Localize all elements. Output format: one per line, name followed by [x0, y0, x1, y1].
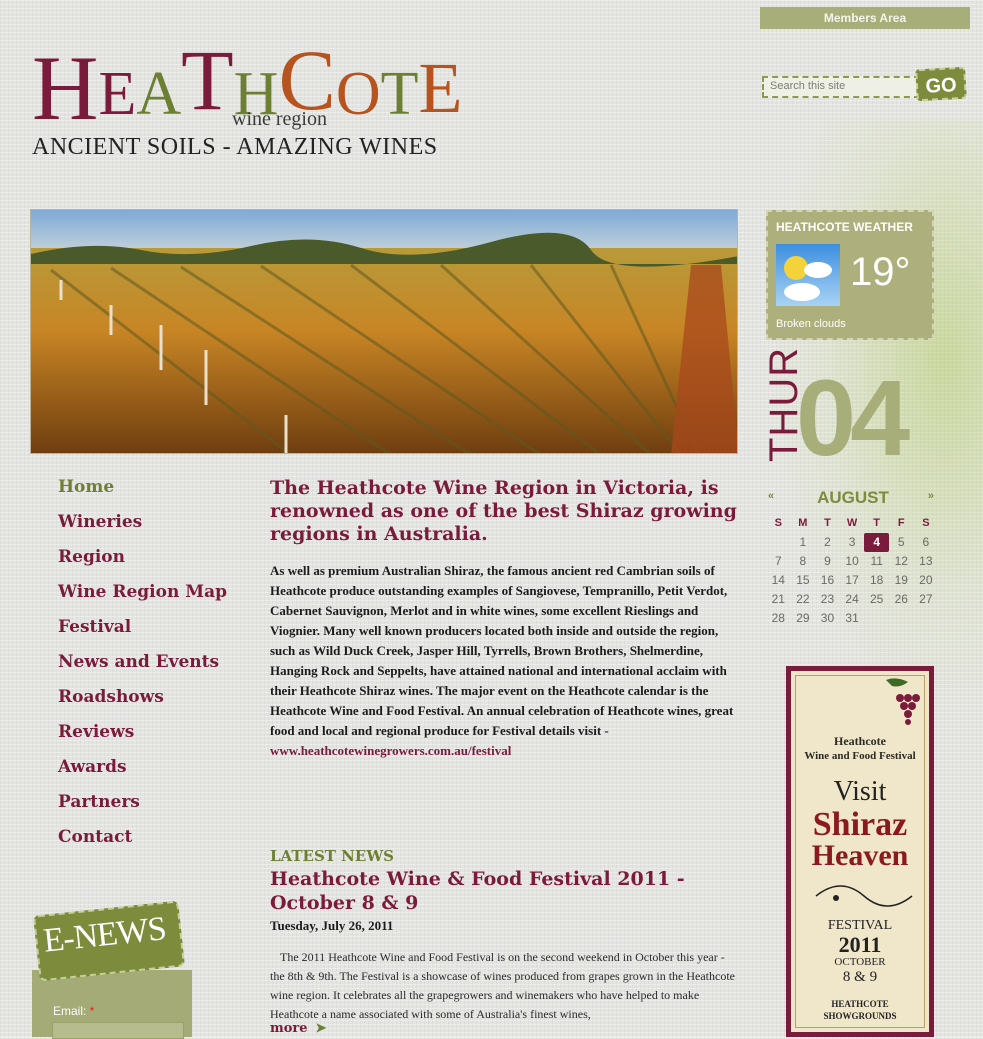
- weather-widget: HEATHCOTE WEATHER 19° Broken clouds: [766, 210, 934, 340]
- calendar-day[interactable]: 19: [889, 571, 914, 590]
- site-tagline: ANCIENT SOILS - AMAZING WINES: [32, 134, 438, 160]
- news-date: Tuesday, July 26, 2011: [270, 918, 394, 933]
- email-label: Email: *: [53, 1004, 95, 1018]
- nav-item-festival[interactable]: Festival: [58, 617, 258, 652]
- calendar-day[interactable]: 10: [840, 552, 865, 571]
- news-title-link[interactable]: Heathcote Wine & Food Festival 2011 - Oc…: [270, 867, 730, 915]
- nav-item-wine-region-map[interactable]: Wine Region Map: [58, 582, 258, 617]
- calendar-day[interactable]: 15: [791, 571, 816, 590]
- calendar-day: [766, 533, 791, 552]
- calendar-day-name: S: [922, 517, 930, 529]
- grapes-icon: [886, 678, 920, 725]
- poster-venue: HEATHCOTE SHOWGROUNDS: [823, 999, 897, 1021]
- calendar-day[interactable]: 22: [791, 590, 816, 609]
- nav-item-roadshows[interactable]: Roadshows: [58, 687, 258, 722]
- calendar-day[interactable]: 30: [815, 609, 840, 628]
- poster-year: 2011: [838, 932, 882, 957]
- calendar-day[interactable]: 3: [840, 533, 865, 552]
- calendar-today[interactable]: 4: [864, 533, 889, 552]
- calendar-day[interactable]: 20: [914, 571, 939, 590]
- weather-title: HEATHCOTE WEATHER: [776, 220, 913, 234]
- search-input[interactable]: Search this site: [762, 76, 920, 98]
- nav-item-partners[interactable]: Partners: [58, 792, 258, 827]
- calendar-day[interactable]: 12: [889, 552, 914, 571]
- heathcote-logo[interactable]: HEATHCOTE wine region ANCIENT SOILS - AM…: [32, 30, 462, 170]
- poster-visit: Visit: [833, 776, 887, 807]
- calendar-day[interactable]: 23: [815, 590, 840, 609]
- calendar-day[interactable]: 14: [766, 571, 791, 590]
- intro-body: As well as premium Australian Shiraz, th…: [270, 563, 734, 758]
- poster-month: OCTOBER: [834, 956, 886, 968]
- festival-link[interactable]: www.heathcotewinegrowers.com.au/festival: [270, 743, 511, 758]
- logo-subtitle: wine region: [232, 108, 327, 130]
- nav-item-wineries[interactable]: Wineries: [58, 512, 258, 547]
- poster-line1: Heathcote: [834, 734, 886, 748]
- calendar-day[interactable]: 21: [766, 590, 791, 609]
- calendar-day: [889, 609, 914, 628]
- nav-item-contact[interactable]: Contact: [58, 827, 258, 862]
- calendar-day: [864, 609, 889, 628]
- calendar-day[interactable]: 11: [864, 552, 889, 571]
- weather-condition: Broken clouds: [776, 318, 846, 330]
- calendar-day[interactable]: 16: [815, 571, 840, 590]
- calendar-day[interactable]: 2: [815, 533, 840, 552]
- calendar-month: AUGUST: [817, 488, 889, 507]
- nav-item-home[interactable]: Home: [58, 477, 258, 512]
- calendar-widget: « AUGUST » S M T W T F S 1 2 3 4 5 6 7 8 9 10 11 12 13 14 15 1…: [766, 488, 940, 628]
- intro-heading: The Heathcote Wine Region in Victoria, i…: [270, 477, 737, 545]
- nav-item-awards[interactable]: Awards: [58, 757, 258, 792]
- calendar-day-name: T: [873, 517, 881, 529]
- calendar-day[interactable]: 31: [840, 609, 865, 628]
- weather-temperature: 19°: [850, 250, 911, 294]
- calendar-day[interactable]: 1: [791, 533, 816, 552]
- poster-dates: 8 & 9: [842, 969, 878, 985]
- calendar-day[interactable]: 9: [815, 552, 840, 571]
- calendar-grid: S M T W T F S 1 2 3 4 5 6 7 8 9 10 11 12 13 14 15 16 17 18 19 20 21…: [766, 514, 940, 628]
- calendar-day[interactable]: 29: [791, 609, 816, 628]
- calendar-day[interactable]: 13: [914, 552, 939, 571]
- main-content: The Heathcote Wine Region in Victoria, i…: [270, 477, 740, 1036]
- flourish-icon: [815, 885, 913, 907]
- calendar-day[interactable]: 17: [840, 571, 865, 590]
- calendar-day: [914, 609, 939, 628]
- calendar-day[interactable]: 28: [766, 609, 791, 628]
- calendar-day-name: S: [774, 517, 782, 529]
- search-go-button[interactable]: GO: [915, 66, 967, 102]
- festival-poster[interactable]: Heathcote Wine and Food Festival Visit S…: [786, 666, 934, 1037]
- calendar-day[interactable]: 25: [864, 590, 889, 609]
- calendar-next-button[interactable]: »: [928, 490, 934, 502]
- day-number: 04: [796, 357, 910, 478]
- calendar-day[interactable]: 7: [766, 552, 791, 571]
- calendar-day[interactable]: 5: [889, 533, 914, 552]
- nav-item-region[interactable]: Region: [58, 547, 258, 582]
- main-nav: Home Wineries Region Wine Region Map Fes…: [58, 477, 258, 862]
- members-area-link[interactable]: Members Area: [760, 7, 970, 29]
- latest-news-label: LATEST NEWS: [270, 847, 394, 865]
- poster-line2: Wine and Food Festival: [804, 750, 916, 762]
- calendar-day[interactable]: 6: [914, 533, 939, 552]
- calendar-day-name: T: [824, 517, 831, 529]
- calendar-day[interactable]: 8: [791, 552, 816, 571]
- more-link[interactable]: more ➤: [270, 1021, 326, 1036]
- nav-item-news-and-events[interactable]: News and Events: [58, 652, 258, 687]
- news-body: The 2011 Heathcote Wine and Food Festiva…: [270, 950, 735, 1021]
- calendar-day[interactable]: 18: [864, 571, 889, 590]
- calendar-day[interactable]: 24: [840, 590, 865, 609]
- calendar-day-name: M: [798, 517, 808, 529]
- vineyard-hero-image: [30, 209, 738, 454]
- partly-cloudy-icon: [776, 244, 840, 306]
- poster-heaven: Heaven: [811, 839, 909, 872]
- calendar-day[interactable]: 27: [914, 590, 939, 609]
- nav-item-reviews[interactable]: Reviews: [58, 722, 258, 757]
- email-field[interactable]: [52, 1022, 184, 1039]
- calendar-day[interactable]: 26: [889, 590, 914, 609]
- arrow-right-icon: ➤: [315, 1021, 327, 1036]
- calendar-day-name: W: [846, 517, 858, 529]
- calendar-day-name: F: [897, 517, 905, 529]
